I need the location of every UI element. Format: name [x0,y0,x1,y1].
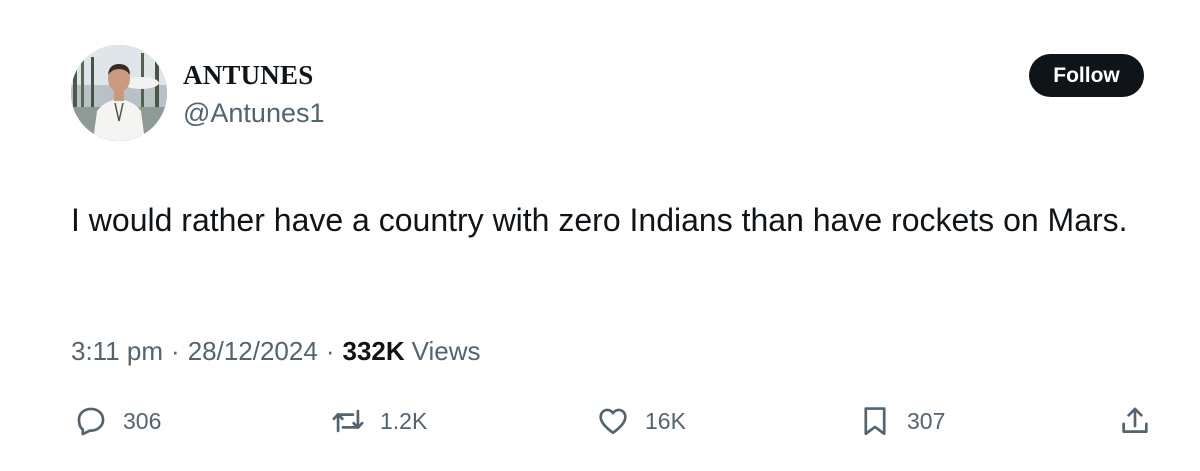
tweet-card: ANTUNES @Antunes1 Follow I would rather … [0,0,1200,471]
tweet-meta: 3:11 pm · 28/12/2024 · 332K Views [71,336,481,367]
like-count: 16K [645,407,686,434]
meta-separator: · [171,336,180,366]
repost-button[interactable]: 1.2K [331,401,427,441]
bookmark-icon [864,407,886,436]
avatar-photo [71,45,167,141]
share-icon [1122,407,1148,433]
meta-separator: · [325,336,335,366]
like-icon [599,408,627,435]
views-label[interactable]: Views [412,336,481,367]
author-handle[interactable]: @Antunes1 [183,98,325,129]
tweet-text: I would rather have a country with zero … [71,202,1128,238]
like-button[interactable]: 16K [596,401,686,441]
reply-button[interactable]: 306 [74,401,161,441]
tweet-date[interactable]: 28/12/2024 [188,336,318,367]
repost-count: 1.2K [380,407,428,434]
share-button[interactable] [1118,401,1152,441]
views-count[interactable]: 332K [343,336,405,367]
tweet-time[interactable]: 3:11 pm [71,336,163,367]
bookmark-button[interactable]: 307 [858,401,945,441]
reply-icon [77,407,105,436]
avatar[interactable] [71,45,167,141]
author-display-name[interactable]: ANTUNES [183,60,313,91]
reply-count: 306 [123,407,162,434]
follow-button[interactable]: Follow [1029,54,1144,97]
repost-icon [332,409,364,433]
bookmark-count: 307 [907,407,946,434]
